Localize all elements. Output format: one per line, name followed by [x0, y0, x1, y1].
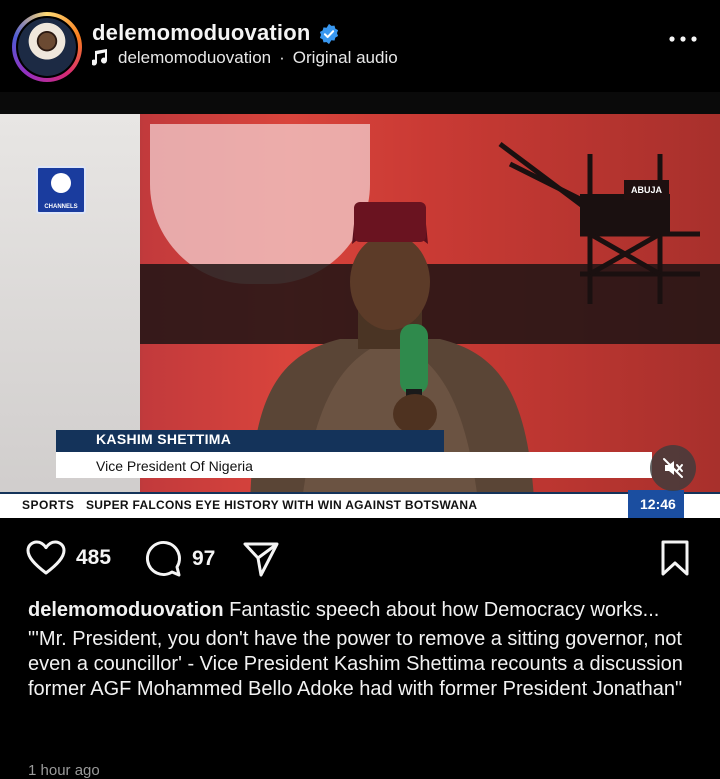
action-bar: 485 97 — [0, 518, 720, 598]
lower-third-title: Vice President Of Nigeria — [96, 458, 253, 474]
post-header: delemomoduovation delemomoduovation · Or… — [0, 0, 720, 92]
post-username[interactable]: delemomoduovation — [92, 20, 311, 46]
audio-label: Original audio — [292, 48, 398, 67]
caption-username[interactable]: delemomoduovation — [28, 599, 224, 621]
audio-row[interactable]: delemomoduovation · Original audio — [92, 48, 398, 68]
video-letterbox — [0, 92, 720, 114]
post-caption: delemomoduovation Fantastic speech about… — [28, 598, 688, 706]
comment-action[interactable]: 97 — [144, 540, 215, 578]
bookmark-icon[interactable] — [660, 540, 690, 576]
mute-button[interactable] — [650, 445, 696, 491]
avatar-image — [16, 16, 78, 78]
caption-text: Fantastic speech about how Democracy wor… — [223, 599, 660, 621]
mute-icon — [663, 458, 683, 478]
verified-icon — [319, 23, 339, 45]
ticker-time: 12:46 — [628, 490, 684, 518]
ticker-label: SPORTS — [22, 498, 75, 512]
music-icon — [92, 49, 108, 66]
share-icon[interactable] — [242, 540, 280, 578]
channels-logo: CHANNELS — [36, 166, 86, 214]
like-count: 485 — [76, 546, 112, 569]
location-tag: ABUJA — [624, 180, 670, 200]
comment-count: 97 — [192, 547, 216, 570]
video-player[interactable]: CHANNELS ABUJA KASHIM SHETTIMA Vice Pres… — [0, 92, 720, 518]
more-icon[interactable] — [668, 34, 698, 44]
comment-icon[interactable] — [144, 540, 182, 578]
caption-quote: "'Mr. President, you don't have the powe… — [28, 628, 683, 700]
ticker-headline: SUPER FALCONS EYE HISTORY WITH WIN AGAIN… — [86, 498, 478, 512]
heart-icon[interactable] — [26, 540, 66, 576]
avatar[interactable] — [12, 12, 82, 82]
lower-third-name: KASHIM SHETTIMA — [96, 431, 232, 447]
like-action[interactable]: 485 — [26, 540, 111, 576]
audio-owner: delemomoduovation — [118, 48, 272, 67]
post-timestamp: 1 hour ago — [28, 762, 100, 779]
audio-separator: · — [279, 48, 285, 67]
